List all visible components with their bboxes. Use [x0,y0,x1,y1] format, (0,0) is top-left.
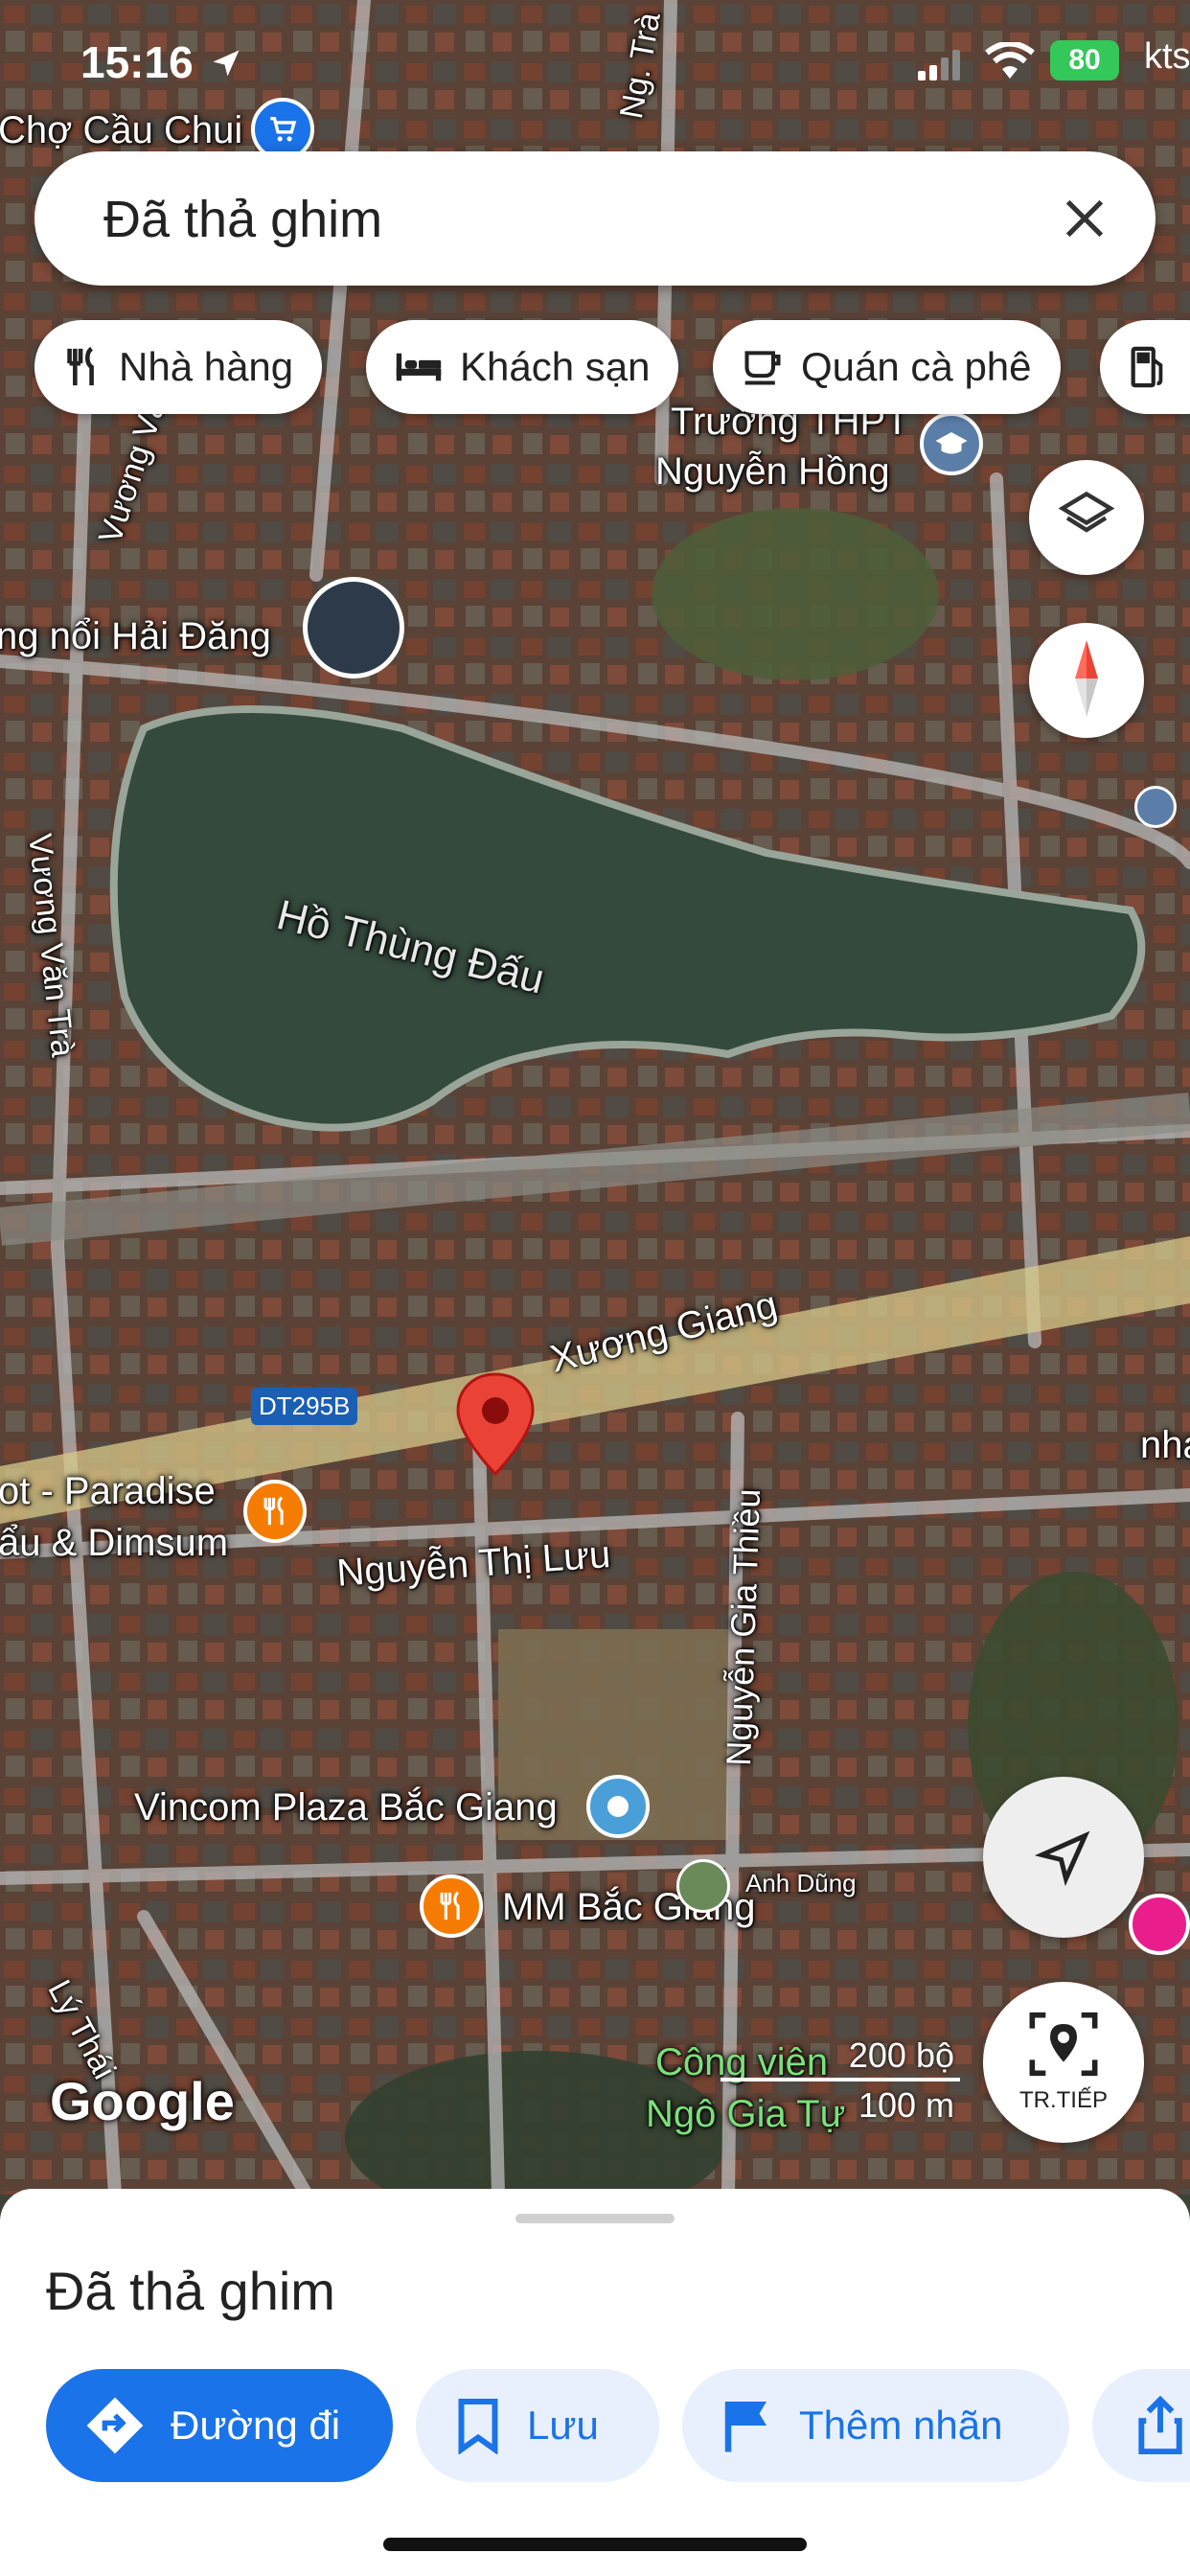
live-view-icon [1027,2011,1100,2082]
chip-gas[interactable] [1100,320,1190,414]
status-time: 15:16 [80,37,194,87]
chip-hotels[interactable]: Khách sạn [366,320,679,414]
compass-icon [1063,639,1110,722]
gas-station-icon [1129,345,1167,389]
save-label: Lưu [527,2403,599,2448]
fork-knife-icon [63,345,102,389]
directions-label: Đường đi [171,2403,341,2448]
chip-label: Nhà hàng [119,344,294,389]
map-label-hai-dang[interactable]: ng nổi Hải Đăng [0,615,271,658]
map-label-nguyen-hong[interactable]: Nguyễn Hồng [655,450,890,494]
hotel-icon[interactable] [1129,1894,1190,1955]
status-bar: 15:16 80 kts [0,36,1190,94]
scale-bar: 200 bộ 100 m [721,2036,970,2125]
restaurant-icon[interactable] [243,1480,307,1543]
shopping-center-icon[interactable] [586,1775,650,1838]
close-icon[interactable] [1060,194,1110,243]
location-arrow-icon [209,46,243,85]
home-indicator[interactable] [383,2538,807,2551]
coffee-cup-icon [742,346,784,388]
share-icon [1136,2395,1184,2456]
place-title: Đã thả ghim [46,2261,335,2321]
route-shield-dt295b: DT295B [251,1388,358,1425]
map-label-vincom[interactable]: Vincom Plaza Bắc Giang [134,1786,558,1829]
chip-label: Quán cà phê [801,344,1032,389]
bus-stop-icon[interactable] [1134,786,1177,828]
directions-button[interactable]: Đường đi [46,2369,393,2482]
sheet-drag-handle[interactable] [515,2214,675,2223]
add-label-button[interactable]: Thêm nhãn [682,2369,1069,2482]
map-label-paradise-1[interactable]: ot - Paradise [0,1470,216,1513]
my-location-button[interactable] [983,1777,1144,1938]
flag-icon [721,2397,774,2454]
map-label-paradise-2[interactable]: ẩu & Dimsum [0,1522,228,1565]
live-view-button[interactable]: TR.TIẾP [983,1982,1144,2143]
cell-signal-icon [918,50,966,85]
google-logo: Google [50,2071,235,2131]
search-query[interactable]: Đã thả ghim [103,190,382,249]
restaurant-icon[interactable] [420,1874,483,1938]
school-icon[interactable] [920,412,983,475]
avatar[interactable] [676,1859,730,1913]
directions-icon [84,2395,146,2456]
navigation-arrow-icon [1034,1828,1092,1891]
map-label-cho-cau-chui[interactable]: Chợ Cầu Chui [0,109,242,152]
bookmark-icon [454,2397,502,2454]
place-sheet[interactable]: Đã thả ghim Đường đi Lưu Thêm nhãn [0,2189,1190,2576]
status-carrier: kts [1144,36,1190,77]
map-label-nha[interactable]: nha [1140,1424,1190,1467]
dropped-pin-icon[interactable] [456,1372,535,1481]
save-button[interactable]: Lưu [416,2369,659,2482]
chip-label: Khách sạn [460,344,651,389]
bed-icon [395,350,443,384]
scale-imperial: 200 bộ [848,2036,954,2075]
layers-icon [1058,487,1115,549]
photo-thumbnail[interactable] [303,577,404,678]
map-label-anh-dung[interactable]: Anh Dũng [745,1869,857,1898]
wifi-icon [985,40,1035,85]
scale-metric: 100 m [858,2085,954,2125]
live-view-label: TR.TIẾP [1018,2087,1108,2113]
layers-button[interactable] [1029,460,1144,575]
add-label-label: Thêm nhãn [799,2403,1003,2448]
battery-indicator: 80 [1050,40,1119,80]
compass-button[interactable] [1029,623,1144,738]
search-bar[interactable]: Đã thả ghim [34,151,1156,286]
chip-coffee[interactable]: Quán cà phê [713,320,1061,414]
category-chips: Nhà hàng Khách sạn Quán cà phê [0,320,1190,416]
share-button[interactable] [1092,2369,1190,2482]
scale-line [721,2078,960,2082]
chip-restaurants[interactable]: Nhà hàng [34,320,323,414]
